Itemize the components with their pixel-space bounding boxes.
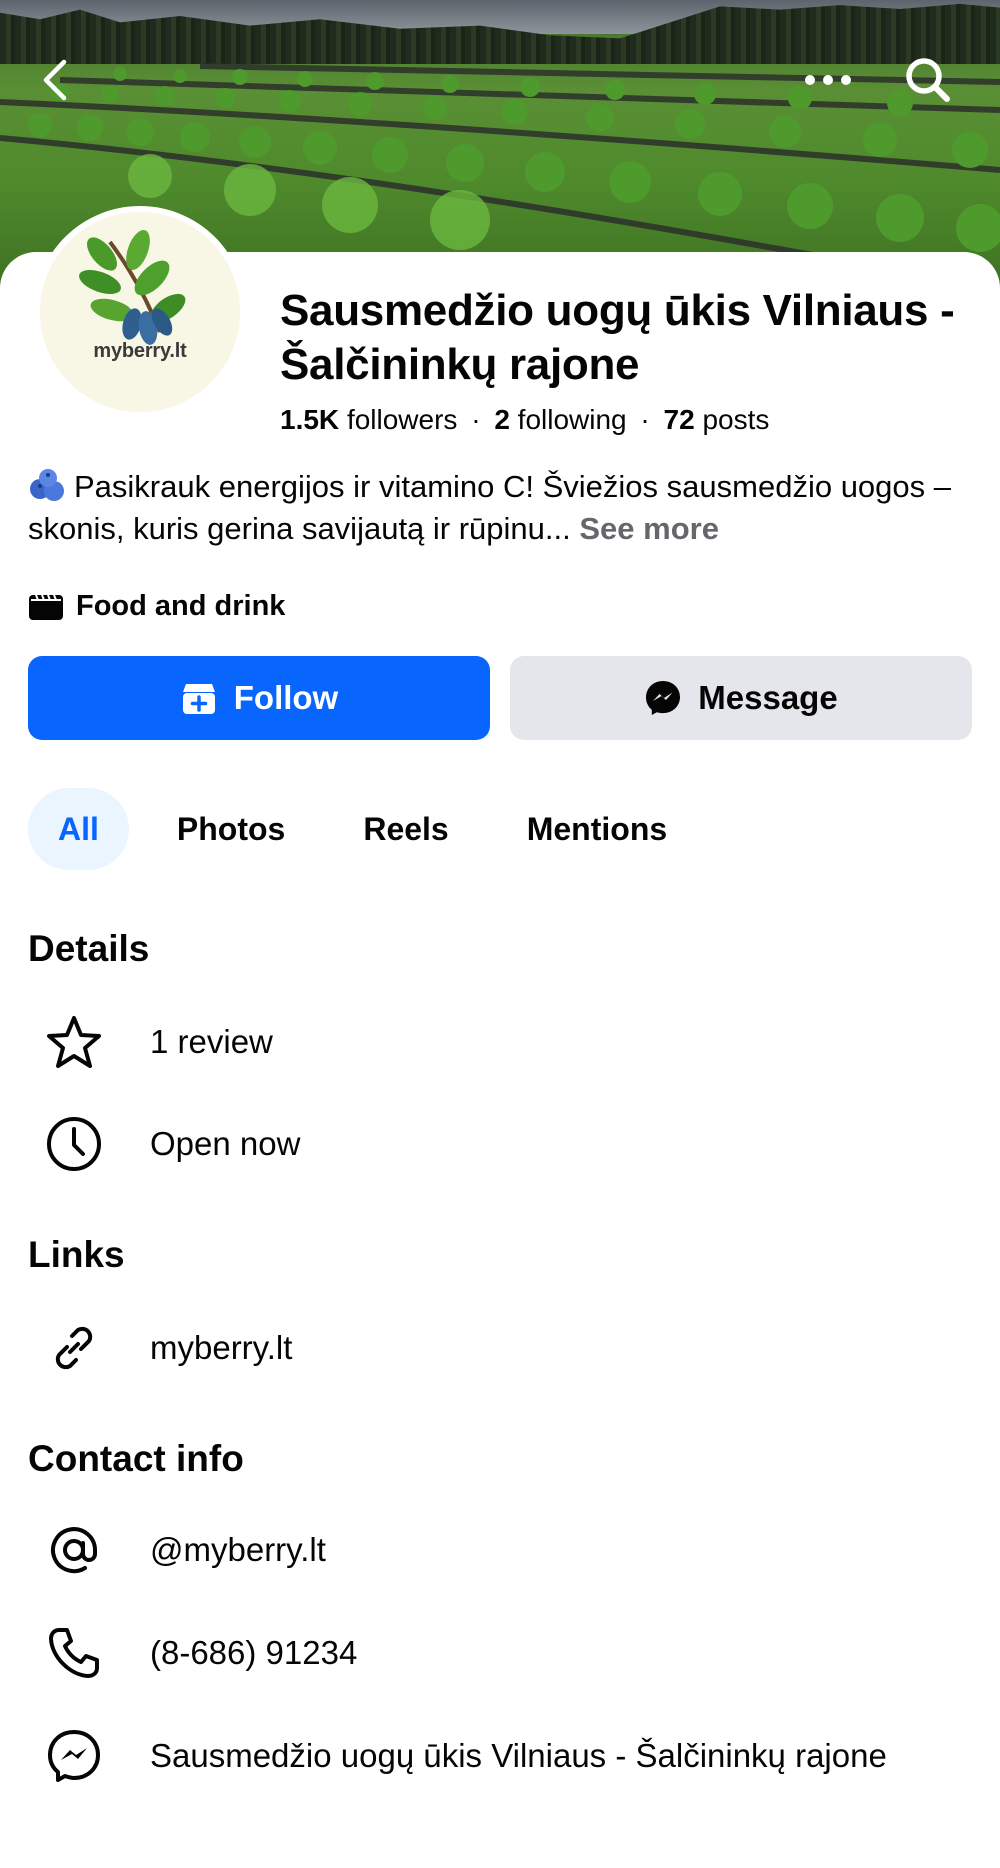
link-icon	[44, 1318, 104, 1378]
more-options-button[interactable]	[800, 58, 856, 102]
posts-count: 72	[663, 404, 695, 435]
following-stat[interactable]: 2 following	[494, 404, 626, 435]
open-status-text: Open now	[150, 1125, 301, 1162]
category-label: Food and drink	[76, 590, 286, 622]
message-label: Message	[698, 679, 838, 716]
profile-stats: 1.5K followers · 2 following · 72 posts	[280, 404, 769, 436]
page-title: Sausmedžio uogų ūkis Vilniaus - Šalčinin…	[280, 286, 955, 389]
back-button[interactable]	[30, 52, 80, 108]
website-link-row[interactable]: myberry.lt	[44, 1318, 964, 1378]
page-category: Food and drink	[28, 590, 285, 623]
details-hours-row[interactable]: Open now	[44, 1114, 964, 1174]
following-label: following	[517, 404, 627, 435]
star-icon	[44, 1012, 104, 1072]
contact-username-row[interactable]: @myberry.lt	[44, 1520, 964, 1580]
at-icon	[44, 1520, 104, 1580]
follow-label: Follow	[233, 679, 339, 716]
details-heading: Details	[28, 928, 150, 969]
leaf-berry-icon	[79, 229, 186, 345]
more-dots-icon	[805, 75, 851, 85]
store-icon	[29, 594, 63, 620]
bio-text: Pasikrauk energijos ir vitamino C! Šviež…	[28, 469, 952, 546]
follow-button[interactable]: Follow	[28, 656, 490, 740]
details-reviews-row[interactable]: 1 review	[44, 1012, 964, 1072]
followers-stat[interactable]: 1.5K followers	[280, 404, 457, 435]
contact-heading: Contact info	[28, 1438, 244, 1479]
contact-phone-row[interactable]: (8-686) 91234	[44, 1623, 964, 1683]
reviews-text: 1 review	[150, 1023, 273, 1060]
following-count: 2	[494, 404, 510, 435]
messenger-name-text: Sausmedžio uogų ūkis Vilniaus - Šalčinin…	[150, 1737, 887, 1774]
message-button[interactable]: Message	[510, 656, 972, 740]
followers-count: 1.5K	[280, 404, 340, 435]
stats-separator: ·	[640, 404, 650, 435]
tab-all[interactable]: All	[28, 788, 129, 870]
search-icon	[906, 58, 950, 102]
posts-label: posts	[702, 404, 770, 435]
website-link-text: myberry.lt	[150, 1329, 293, 1366]
followers-label: followers	[346, 404, 458, 435]
avatar-logo-image: myberry.lt	[40, 212, 240, 412]
profile-avatar[interactable]: myberry.lt	[34, 206, 246, 418]
links-heading: Links	[28, 1234, 125, 1275]
tab-reels[interactable]: Reels	[333, 788, 478, 870]
clock-icon	[44, 1114, 104, 1174]
posts-stat: 72 posts	[664, 404, 770, 435]
messenger-icon	[646, 681, 681, 715]
see-more-link[interactable]: See more	[579, 511, 719, 546]
blueberries-emoji-icon	[30, 469, 64, 501]
tab-mentions[interactable]: Mentions	[497, 788, 697, 870]
phone-text: (8-686) 91234	[150, 1634, 358, 1671]
follow-page-icon	[182, 684, 215, 714]
search-button[interactable]	[900, 52, 956, 108]
stats-separator: ·	[471, 404, 481, 435]
page-bio: Pasikrauk energijos ir vitamino C! Šviež…	[28, 466, 978, 550]
tab-photos[interactable]: Photos	[147, 788, 315, 870]
username-text: @myberry.lt	[150, 1531, 326, 1568]
profile-tabs: All Photos Reels Mentions	[28, 788, 697, 870]
messenger-icon	[44, 1726, 104, 1786]
contact-messenger-row[interactable]: Sausmedžio uogų ūkis Vilniaus - Šalčinin…	[44, 1726, 964, 1786]
chevron-left-icon	[43, 59, 67, 101]
avatar-logo-text: myberry.lt	[93, 340, 187, 362]
phone-icon	[44, 1623, 104, 1683]
